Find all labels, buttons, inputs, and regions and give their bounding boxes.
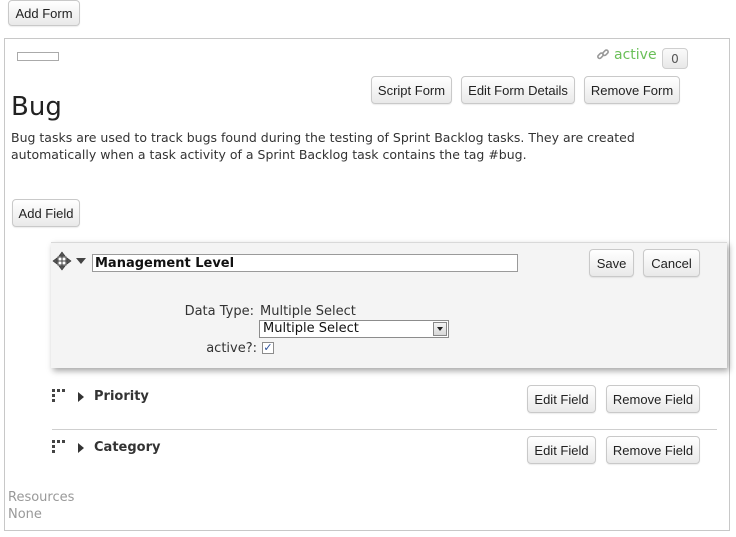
remove-field-button-category[interactable]: Remove Field: [606, 436, 700, 464]
drag-handle-icon[interactable]: [52, 440, 66, 454]
form-title: Bug: [11, 92, 62, 122]
active-label: active?:: [206, 341, 257, 356]
chevron-down-icon[interactable]: [76, 258, 86, 264]
remove-form-button[interactable]: Remove Form: [584, 76, 680, 104]
form-description: Bug tasks are used to track bugs found d…: [11, 130, 635, 162]
field-name-input[interactable]: [92, 254, 518, 272]
remove-field-button-priority[interactable]: Remove Field: [606, 385, 700, 413]
edit-form-details-button[interactable]: Edit Form Details: [461, 76, 575, 104]
cancel-button[interactable]: Cancel: [643, 249, 700, 277]
chevron-right-icon[interactable]: [78, 443, 84, 453]
form-status: active: [596, 47, 657, 63]
data-type-select[interactable]: Multiple Select: [259, 320, 449, 338]
active-checkbox[interactable]: ✓: [262, 342, 274, 354]
divider: [52, 429, 717, 430]
data-type-selected: Multiple Select: [263, 321, 359, 336]
data-type-value: Multiple Select: [260, 304, 356, 319]
field-row-priority: Priority: [94, 389, 149, 404]
move-icon[interactable]: [52, 251, 72, 271]
count-badge: 0: [662, 48, 688, 69]
form-name-box[interactable]: [17, 52, 59, 61]
dropdown-arrow-icon[interactable]: [433, 322, 447, 336]
drag-handle-icon[interactable]: [52, 389, 66, 403]
edit-field-button-category[interactable]: Edit Field: [527, 436, 596, 464]
add-field-button[interactable]: Add Field: [12, 199, 80, 227]
chevron-right-icon[interactable]: [78, 392, 84, 402]
resources-label: Resources: [8, 490, 75, 505]
field-row-category: Category: [94, 440, 161, 455]
data-type-label: Data Type:: [184, 304, 254, 319]
link-icon: [597, 49, 609, 60]
add-form-button[interactable]: Add Form: [8, 0, 80, 26]
script-form-button[interactable]: Script Form: [371, 76, 452, 104]
status-label: active: [614, 47, 657, 63]
edit-field-button-priority[interactable]: Edit Field: [527, 385, 596, 413]
resources-value: None: [8, 507, 42, 522]
save-button[interactable]: Save: [589, 249, 634, 277]
